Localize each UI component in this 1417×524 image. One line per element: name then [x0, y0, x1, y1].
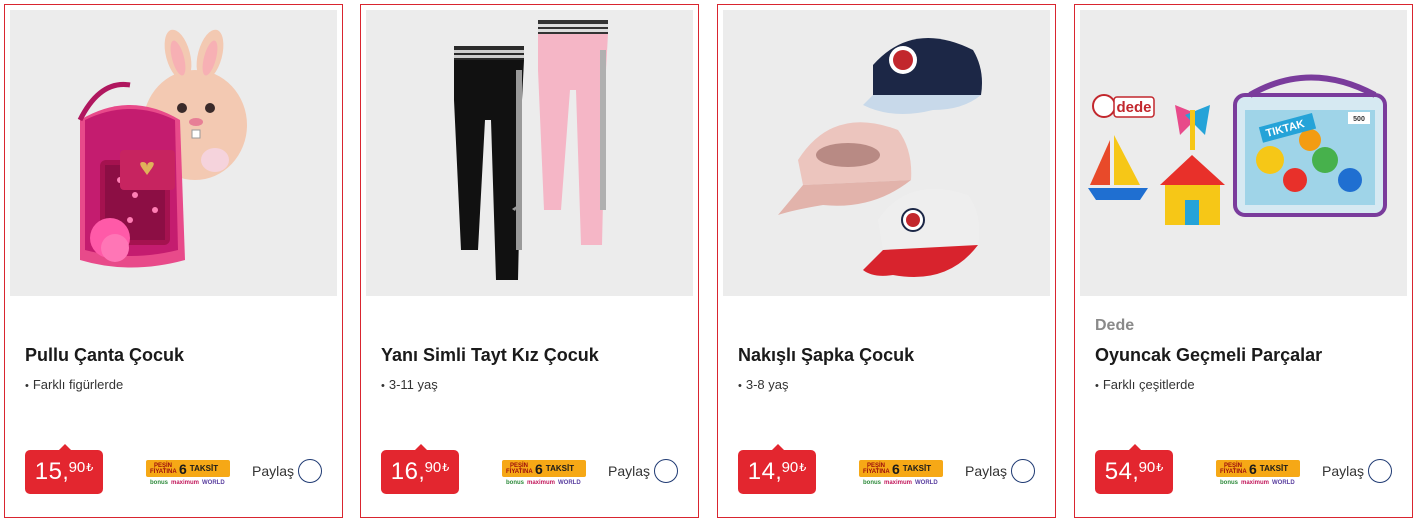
installment-badge: PEŞİN FİYATINA 6 TAKSİT bonus maximum WO… — [502, 460, 586, 492]
product-feature: Farklı çeşitlerde — [1095, 377, 1195, 392]
product-feature: 3-11 yaş — [381, 377, 438, 392]
product-image[interactable] — [723, 10, 1050, 296]
price-tag: 14, 90 ₺ — [738, 444, 816, 494]
share-label: Paylaş — [965, 463, 1008, 479]
currency-symbol: ₺ — [1156, 462, 1164, 474]
bonus-logo: bonus — [506, 480, 524, 486]
installment-word: TAKSİT — [189, 464, 219, 473]
product-title[interactable]: Yanı Simli Tayt Kız Çocuk — [381, 345, 599, 366]
price-decimal: 90 — [1138, 459, 1156, 476]
share-circle-icon[interactable] — [298, 459, 323, 483]
maximum-logo: maximum — [171, 480, 200, 486]
installment-badge: PEŞİN FİYATINA 6 TAKSİT bonus maximum WO… — [146, 460, 230, 492]
maximum-logo: maximum — [884, 480, 913, 486]
share-button[interactable]: Paylaş — [252, 457, 323, 485]
product-card[interactable]: Pullu Çanta Çocuk Farklı figürlerde 15,9… — [4, 4, 343, 518]
installment-badge: PEŞİN FİYATINA 6 TAKSİT bonus maximum WO… — [859, 460, 943, 492]
product-feature: 3-8 yaş — [738, 377, 789, 392]
product-card[interactable]: Nakışlı Şapka Çocuk 3-8 yaş 14,90₺ PEŞİN… — [717, 4, 1056, 518]
price-integer: 14 — [747, 458, 776, 485]
product-brand: Dede — [1095, 317, 1135, 334]
share-label: Paylaş — [1322, 463, 1365, 479]
share-button[interactable]: Paylaş — [608, 457, 679, 485]
price-tag: 16, 90 ₺ — [381, 444, 459, 494]
product-card[interactable]: dede TIKTAK 500 Dede Oyuncak Geçmeli Par… — [1074, 4, 1413, 518]
price-decimal: 90 — [68, 459, 86, 476]
installment-word: TAKSİT — [902, 464, 932, 473]
installment-count: 6 — [179, 460, 187, 477]
box-count-text: 500 — [1353, 116, 1365, 123]
price-decimal: 90 — [424, 459, 442, 476]
share-label: Paylaş — [608, 463, 651, 479]
product-image[interactable] — [10, 10, 337, 296]
installment-count: 6 — [535, 460, 543, 477]
product-feature: Farklı figürlerde — [25, 377, 123, 392]
price-integer: 16 — [390, 458, 419, 485]
maximum-logo: maximum — [527, 480, 556, 486]
bonus-logo: bonus — [863, 480, 881, 486]
installment-count: 6 — [892, 460, 900, 477]
bonus-logo: bonus — [1220, 480, 1238, 486]
installment-pesin: PEŞİN FİYATINA — [150, 462, 177, 475]
price-tag: 54, 90 ₺ — [1095, 444, 1173, 494]
share-circle-icon[interactable] — [1368, 459, 1393, 483]
share-button[interactable]: Paylaş — [965, 457, 1036, 485]
bonus-logo: bonus — [150, 480, 168, 486]
maximum-logo: maximum — [1241, 480, 1270, 486]
leggings-image — [454, 20, 608, 280]
backpack-image — [77, 29, 247, 268]
price-integer: 54 — [1104, 458, 1133, 485]
product-image[interactable]: dede TIKTAK 500 — [1080, 10, 1407, 296]
product-image[interactable] — [366, 10, 693, 296]
installment-word: TAKSİT — [545, 464, 575, 473]
product-title[interactable]: Nakışlı Şapka Çocuk — [738, 345, 914, 366]
share-circle-icon[interactable] — [1011, 459, 1036, 483]
installment-badge: PEŞİN FİYATINA 6 TAKSİT bonus maximum WO… — [1216, 460, 1300, 492]
currency-symbol: ₺ — [799, 462, 807, 474]
installment-pesin: PEŞİN FİYATINA — [1220, 462, 1247, 475]
share-button[interactable]: Paylaş — [1322, 457, 1393, 485]
blocks-image: dede TIKTAK 500 — [1088, 74, 1387, 225]
dede-logo-text: dede — [1116, 99, 1151, 116]
product-title[interactable]: Pullu Çanta Çocuk — [25, 345, 184, 366]
world-logo: WORLD — [915, 480, 938, 486]
caps-image — [778, 38, 982, 277]
world-logo: WORLD — [558, 480, 581, 486]
installment-pesin: PEŞİN FİYATINA — [863, 462, 890, 475]
share-circle-icon[interactable] — [654, 459, 679, 483]
share-label: Paylaş — [252, 463, 295, 479]
installment-count: 6 — [1249, 460, 1257, 477]
price-integer: 15 — [34, 458, 63, 485]
product-title[interactable]: Oyuncak Geçmeli Parçalar — [1095, 345, 1322, 366]
currency-symbol: ₺ — [442, 462, 450, 474]
installment-word: TAKSİT — [1259, 464, 1289, 473]
product-card[interactable]: Yanı Simli Tayt Kız Çocuk 3-11 yaş 16,90… — [360, 4, 699, 518]
world-logo: WORLD — [1272, 480, 1295, 486]
installment-pesin: PEŞİN FİYATINA — [506, 462, 533, 475]
price-decimal: 90 — [781, 459, 799, 476]
world-logo: WORLD — [202, 480, 225, 486]
price-tag: 15, 90 ₺ — [25, 444, 103, 494]
currency-symbol: ₺ — [86, 462, 94, 474]
